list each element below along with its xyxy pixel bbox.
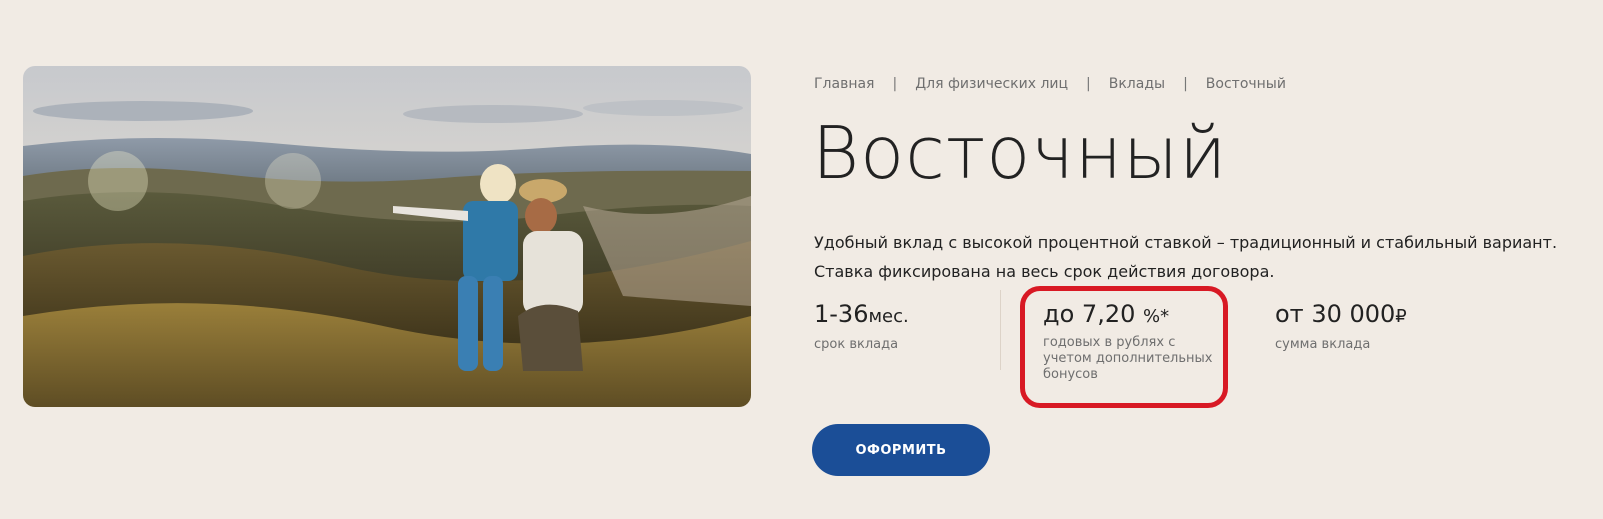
term-caption: срок вклада xyxy=(814,336,899,352)
breadcrumb-individuals-link[interactable]: Для физических лиц xyxy=(915,76,1068,92)
stats-divider xyxy=(1000,290,1001,370)
breadcrumb-home-link[interactable]: Главная xyxy=(814,76,874,92)
amount-caption: сумма вклада xyxy=(1275,336,1371,352)
hero-photo xyxy=(23,66,751,407)
page-title: Восточный xyxy=(812,111,1228,195)
breadcrumb-separator: | xyxy=(1183,76,1188,92)
stat-amount: от 30 000₽ сумма вклада xyxy=(1275,300,1407,353)
breadcrumb-separator: | xyxy=(1086,76,1091,92)
term-value: 1-36мес. xyxy=(814,300,909,329)
rate-highlight-annotation xyxy=(1020,286,1228,408)
breadcrumb: Главная | Для физических лиц | Вклады | … xyxy=(814,76,1286,92)
breadcrumb-separator: | xyxy=(892,76,898,92)
term-unit: мес. xyxy=(868,306,909,327)
deposit-description: Удобный вклад с высокой процентной ставк… xyxy=(814,233,1558,281)
term-number: 1-36 xyxy=(814,300,869,328)
ruble-icon: ₽ xyxy=(1395,306,1407,327)
amount-prefix: от xyxy=(1275,300,1304,328)
hero-landscape-illustration xyxy=(23,66,751,407)
stat-term: 1-36мес. срок вклада xyxy=(814,300,909,353)
breadcrumb-current: Восточный xyxy=(1205,76,1286,92)
apply-button[interactable]: ОФОРМИТЬ xyxy=(812,424,990,476)
amount-number: 30 000 xyxy=(1311,300,1396,328)
amount-value: от 30 000₽ xyxy=(1275,300,1407,329)
breadcrumb-deposits-link[interactable]: Вклады xyxy=(1109,76,1165,92)
